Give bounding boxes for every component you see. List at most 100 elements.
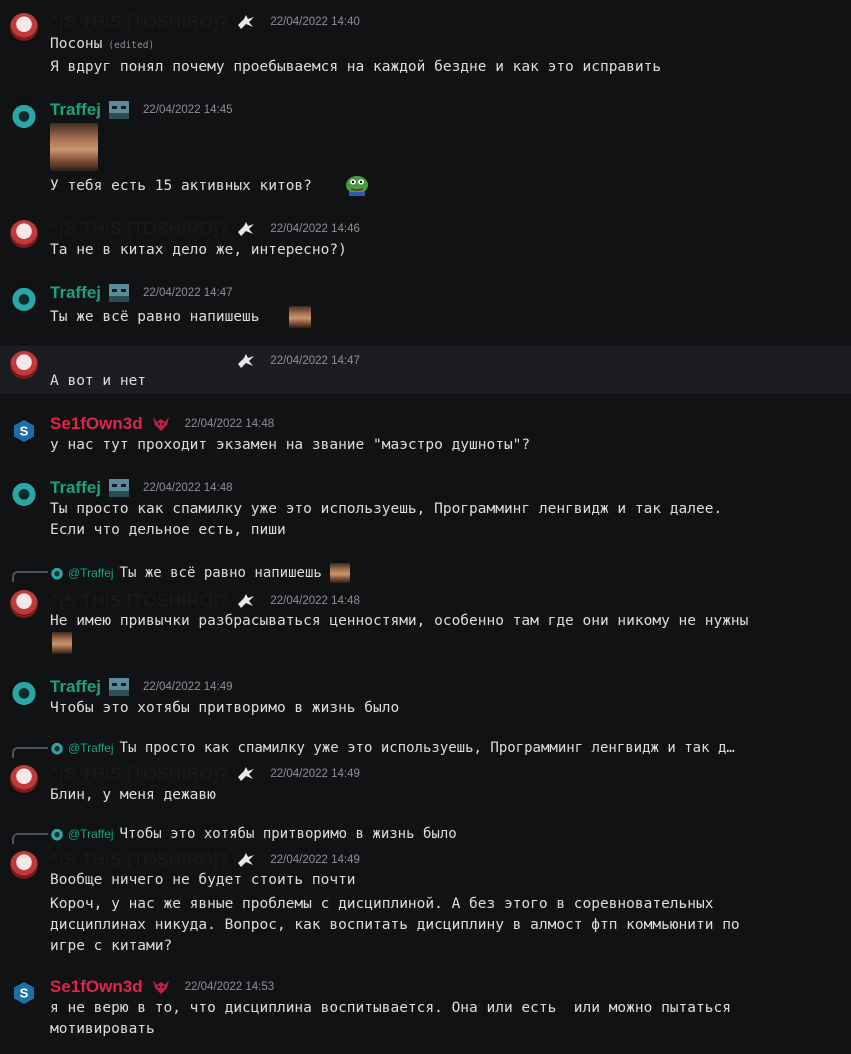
message-header: ^¡S THIS [TOSHIRO]? 22/04/2022 14:46 — [50, 219, 360, 239]
wolf-icon — [236, 592, 256, 610]
author-name[interactable]: Traffej — [50, 677, 101, 697]
message-text: Блин, у меня дежавю — [50, 787, 216, 803]
face-emoji — [52, 632, 72, 654]
avatar[interactable]: S — [10, 417, 38, 445]
avatar[interactable] — [10, 101, 38, 129]
message-header: ^¡S THIS [TOSHIRO]? 22/04/2022 14:49 — [50, 764, 360, 784]
message-header: Traffej 22/04/2022 14:48 — [50, 478, 233, 498]
message: @Traffej Чтобы это хотябы притворимо в ж… — [0, 823, 851, 959]
message-header: ^¡S THIS [TOSHIRO]? 22/04/2022 14:40 — [50, 12, 360, 32]
author-name[interactable]: ^¡S THIS [TOSHIRO]? — [50, 591, 228, 611]
reply-text: Чтобы это хотябы притворимо в жизнь было — [119, 826, 457, 842]
bot-badge-icon — [109, 101, 130, 119]
demon-icon — [151, 978, 171, 996]
timestamp: 22/04/2022 14:46 — [270, 223, 360, 235]
timestamp: 22/04/2022 14:47 — [143, 287, 233, 299]
edited-label: (edited) — [108, 40, 155, 51]
avatar[interactable] — [10, 351, 38, 379]
avatar[interactable] — [10, 220, 38, 248]
message-header: Se1fOwn3d 22/04/2022 14:48 — [50, 414, 274, 434]
message: @Traffej Ты же всё равно напишешь ^¡S TH… — [0, 560, 851, 660]
author-name[interactable]: Se1fOwn3d — [50, 414, 143, 434]
reply-connector — [12, 833, 48, 844]
timestamp: 22/04/2022 14:49 — [270, 854, 360, 866]
reply-mention[interactable]: @Traffej — [68, 827, 114, 841]
message: Traffej 22/04/2022 14:45 У тебя есть 15 … — [0, 96, 851, 208]
message: Traffej 22/04/2022 14:47 Ты же всё равно… — [0, 278, 851, 342]
message-text: Вообще ничего не будет стоить почти — [50, 872, 356, 888]
avatar[interactable] — [10, 590, 38, 618]
message-text: у нас тут проходит экзамен на звание "ма… — [50, 437, 531, 453]
message-text: Посоны (edited) — [50, 36, 155, 52]
face-emoji — [289, 306, 311, 328]
message-header: Traffej 22/04/2022 14:45 — [50, 100, 233, 120]
reply-preview[interactable]: @Traffej Чтобы это хотябы притворимо в ж… — [50, 824, 457, 844]
message-text: А вот и нет — [50, 373, 147, 389]
message-text: Ты же всё равно напишешь — [50, 309, 260, 325]
avatar — [50, 566, 64, 580]
message-header: Se1fOwn3d 22/04/2022 14:53 — [50, 977, 274, 997]
author-name[interactable]: Traffej — [50, 100, 101, 120]
message-text: я не верю в то, что дисциплина воспитыва… — [50, 1000, 731, 1016]
avatar[interactable]: S — [10, 979, 38, 1007]
timestamp: 22/04/2022 14:45 — [143, 104, 233, 116]
avatar[interactable] — [10, 284, 38, 312]
reply-preview[interactable]: @Traffej Ты просто как спамилку уже это … — [50, 738, 735, 758]
reply-preview[interactable]: @Traffej Ты же всё равно напишешь — [50, 563, 350, 583]
timestamp: 22/04/2022 14:47 — [270, 355, 360, 367]
message-text: Не имею привычки разбрасываться ценностя… — [50, 613, 749, 629]
author-name[interactable]: Traffej — [50, 283, 101, 303]
avatar — [50, 827, 64, 841]
wolf-icon — [236, 13, 256, 31]
timestamp: 22/04/2022 14:40 — [270, 16, 360, 28]
avatar — [50, 741, 64, 755]
author-name[interactable]: ^¡S THIS [TOSHIRO]? — [50, 219, 228, 239]
avatar[interactable] — [10, 851, 38, 879]
message-text: Та не в китах дело же, интересно?) — [50, 242, 347, 258]
reply-text: Ты просто как спамилку уже это используе… — [119, 740, 735, 756]
message: ^¡S THIS [TOSHIRO]? 22/04/2022 14:47 А в… — [0, 346, 851, 394]
avatar[interactable] — [10, 678, 38, 706]
avatar[interactable] — [10, 765, 38, 793]
message-header: Traffej 22/04/2022 14:49 — [50, 677, 233, 697]
message-header: ^¡S THIS [TOSHIRO]? 22/04/2022 14:49 — [50, 850, 360, 870]
message-text: Ты просто как спамилку уже это используе… — [50, 501, 723, 517]
message-text: Чтобы это хотябы притворимо в жизнь было — [50, 700, 400, 716]
timestamp: 22/04/2022 14:48 — [143, 482, 233, 494]
wolf-icon — [236, 220, 256, 238]
bot-badge-icon — [109, 284, 130, 302]
message-header: ^¡S THIS [TOSHIRO]? 22/04/2022 14:48 — [50, 591, 360, 611]
author-name[interactable]: ^¡S THIS [TOSHIRO]? — [50, 351, 228, 371]
message-text: дисциплинах никуда. Вопрос, как воспитат… — [50, 917, 740, 933]
author-name[interactable]: Traffej — [50, 478, 101, 498]
wolf-icon — [236, 352, 256, 370]
timestamp: 22/04/2022 14:53 — [184, 981, 275, 993]
message-text: Короч, у нас же явные проблемы с дисципл… — [50, 896, 714, 912]
reply-mention[interactable]: @Traffej — [68, 566, 114, 580]
message: ^¡S THIS [TOSHIRO]? 22/04/2022 14:40 Пос… — [0, 0, 851, 88]
author-name[interactable]: ^¡S THIS [TOSHIRO]? — [50, 12, 228, 32]
reply-mention[interactable]: @Traffej — [68, 741, 114, 755]
avatar[interactable] — [10, 13, 38, 41]
face-emoji-image[interactable] — [50, 123, 98, 171]
author-name[interactable]: Se1fOwn3d — [50, 977, 143, 997]
avatar[interactable] — [10, 479, 38, 507]
face-emoji — [329, 563, 350, 583]
message-text: игре с китами? — [50, 938, 173, 954]
pepe-emoji — [345, 174, 369, 196]
timestamp: 22/04/2022 14:49 — [143, 681, 233, 693]
message: ^¡S THIS [TOSHIRO]? 22/04/2022 14:46 Та … — [0, 214, 851, 274]
svg-text:S: S — [20, 986, 29, 1001]
timestamp: 22/04/2022 14:48 — [270, 595, 360, 607]
message-text: У тебя есть 15 активных китов? — [50, 178, 312, 194]
bot-badge-icon — [109, 678, 130, 696]
author-name[interactable]: ^¡S THIS [TOSHIRO]? — [50, 764, 228, 784]
message-text: Если что дельное есть, пиши — [50, 522, 286, 538]
reply-text: Ты же всё равно напишешь — [119, 565, 322, 581]
message-header: ^¡S THIS [TOSHIRO]? 22/04/2022 14:47 — [50, 351, 360, 371]
message: @Traffej Ты просто как спамилку уже это … — [0, 737, 851, 809]
author-name[interactable]: ^¡S THIS [TOSHIRO]? — [50, 850, 228, 870]
message-text: Я вдруг понял почему проебываемся на каж… — [50, 59, 662, 75]
message: Traffej 22/04/2022 14:48 Ты просто как с… — [0, 474, 851, 548]
demon-icon — [151, 415, 171, 433]
